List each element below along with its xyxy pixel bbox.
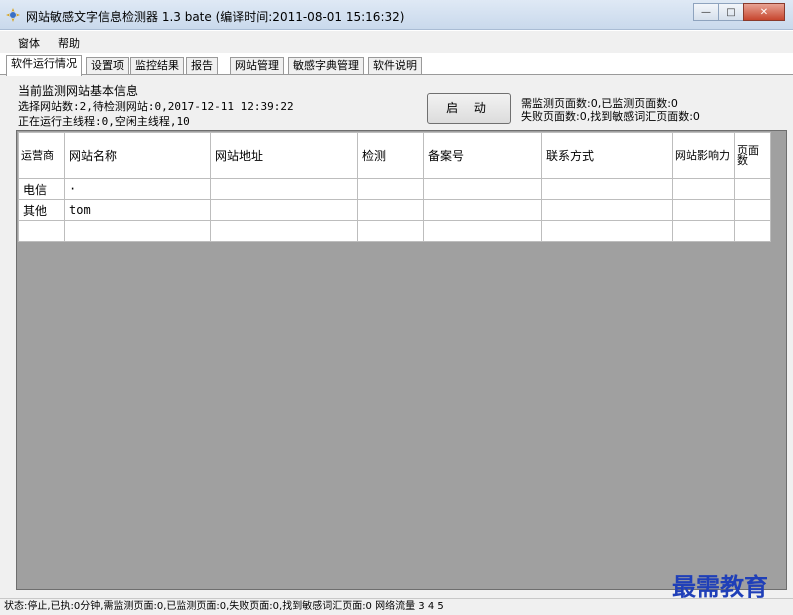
table-cell[interactable] — [18, 220, 65, 242]
table-cell[interactable]: · — [64, 178, 211, 200]
table-cell[interactable] — [423, 178, 542, 200]
tab-report[interactable]: 报告 — [186, 57, 218, 75]
site-table: 运营商 网站名称 网站地址 检测 备案号 联系方式 网站影响力 页面数 电信 · — [18, 132, 771, 242]
window-title: 网站敏感文字信息检测器 1.3 bate (编译时间:2011-08-01 15… — [26, 10, 405, 24]
table-cell[interactable] — [541, 199, 673, 221]
table-cell[interactable] — [734, 178, 771, 200]
site-grid: 运营商 网站名称 网站地址 检测 备案号 联系方式 网站影响力 页面数 电信 · — [16, 130, 787, 590]
maximize-button[interactable]: □ — [718, 3, 744, 21]
table-cell[interactable] — [541, 220, 673, 242]
menu-item-window[interactable]: 窗体 — [18, 35, 40, 51]
column-header-site-influence[interactable]: 网站影响力 — [672, 132, 735, 179]
column-header-page-count[interactable]: 页面数 — [734, 132, 771, 179]
table-cell[interactable] — [541, 178, 673, 200]
table-cell[interactable] — [672, 220, 735, 242]
tab-software-notes[interactable]: 软件说明 — [368, 57, 422, 75]
table-cell[interactable] — [672, 199, 735, 221]
menu-item-help[interactable]: 帮助 — [58, 35, 80, 51]
column-header-carrier[interactable]: 运营商 — [18, 132, 65, 179]
minimize-button[interactable]: — — [693, 3, 719, 21]
table-header-row: 运营商 网站名称 网站地址 检测 备案号 联系方式 网站影响力 页面数 — [18, 132, 771, 179]
tab-bar: 软件运行情况 设置项 监控结果 报告 网站管理 敏感字典管理 软件说明 — [0, 55, 793, 76]
table-cell[interactable]: tom — [64, 199, 211, 221]
table-cell[interactable] — [423, 199, 542, 221]
table-cell[interactable]: 电信 — [18, 178, 65, 200]
column-header-site-url[interactable]: 网站地址 — [210, 132, 358, 179]
table-cell[interactable] — [672, 178, 735, 200]
column-header-contact[interactable]: 联系方式 — [541, 132, 673, 179]
tab-site-management[interactable]: 网站管理 — [230, 57, 284, 75]
table-row[interactable]: 电信 · — [18, 178, 771, 200]
app-icon — [6, 8, 20, 22]
window-controls: — □ ✕ — [693, 3, 785, 21]
table-row[interactable] — [18, 220, 771, 242]
table-cell[interactable] — [734, 220, 771, 242]
table-cell[interactable]: 其他 — [18, 199, 65, 221]
close-button[interactable]: ✕ — [743, 3, 785, 21]
column-header-check[interactable]: 检测 — [357, 132, 424, 179]
table-cell[interactable] — [423, 220, 542, 242]
table-cell[interactable] — [357, 199, 424, 221]
tab-monitor-results[interactable]: 监控结果 — [130, 57, 184, 75]
menu-bar: 窗体 帮助 — [0, 31, 793, 53]
title-bar: 网站敏感文字信息检测器 1.3 bate (编译时间:2011-08-01 15… — [0, 0, 793, 30]
column-header-site-name[interactable]: 网站名称 — [64, 132, 211, 179]
stats-pages-monitored: 需监测页面数:0,已监测页面数:0 — [521, 97, 678, 110]
watermark-logo: 最需教育 — [672, 572, 768, 601]
table-row[interactable]: 其他 tom — [18, 199, 771, 221]
table-cell[interactable] — [210, 199, 358, 221]
table-cell[interactable] — [357, 220, 424, 242]
info-title: 当前监测网站基本信息 — [18, 84, 139, 98]
stats-pages-failed: 失败页面数:0,找到敏感词汇页面数:0 — [521, 110, 700, 123]
column-header-record-number[interactable]: 备案号 — [423, 132, 542, 179]
table-cell[interactable] — [210, 220, 358, 242]
table-cell[interactable] — [734, 199, 771, 221]
tab-settings[interactable]: 设置项 — [86, 57, 129, 75]
table-cell[interactable] — [64, 220, 211, 242]
start-button[interactable]: 启 动 — [427, 93, 511, 124]
tab-sensitive-dictionary[interactable]: 敏感字典管理 — [288, 57, 364, 75]
info-line-threads: 正在运行主线程:0,空闲主线程,10 — [18, 115, 190, 128]
tab-running-status[interactable]: 软件运行情况 — [6, 55, 82, 76]
table-cell[interactable] — [210, 178, 358, 200]
info-line-selected-sites: 选择网站数:2,待检测网站:0,2017-12-11 12:39:22 — [18, 100, 294, 113]
table-cell[interactable] — [357, 178, 424, 200]
